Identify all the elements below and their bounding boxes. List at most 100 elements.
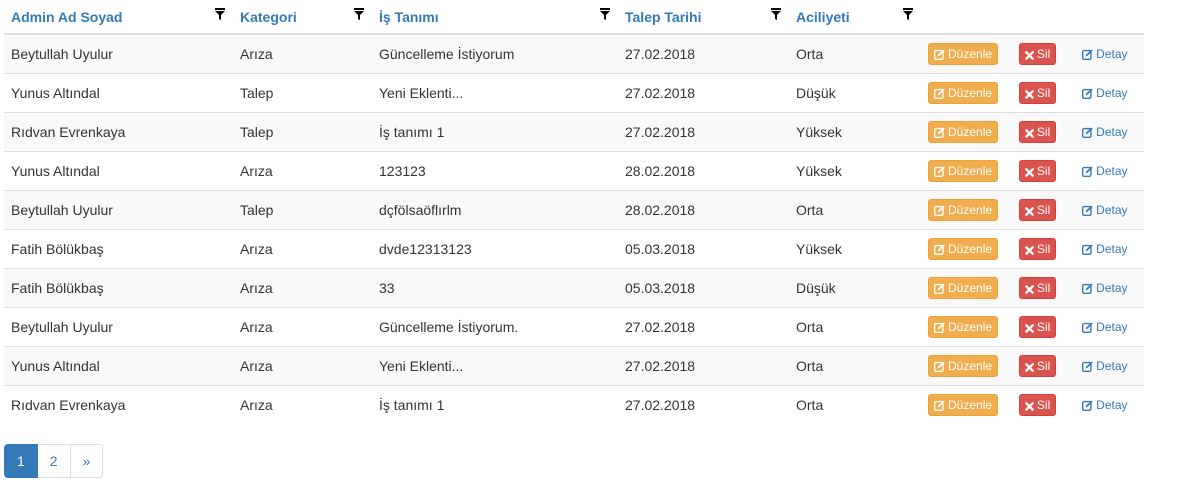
edit-icon [934,166,945,177]
detail-button[interactable]: Detay [1077,121,1133,143]
cell-admin: Beytullah Uyulur [4,34,233,74]
cell-aciliyet: Orta [789,307,921,347]
cell-aciliyet: Yüksek [789,229,921,269]
column-header-kategori[interactable]: Kategori [233,0,372,35]
cell-talep-tarihi: 27.02.2018 [618,34,789,74]
column-header-talep-tarihi[interactable]: Talep Tarihi [618,0,789,35]
cell-is-tanimi: 123123 [372,151,618,191]
delete-button[interactable]: Sil [1018,316,1057,338]
edit-icon [1082,166,1093,177]
detail-button-label: Detay [1096,125,1128,139]
column-header-label[interactable]: Admin Ad Soyad [11,9,123,25]
delete-button[interactable]: Sil [1018,238,1057,260]
cell-is-tanimi: 33 [372,268,618,308]
table-row: Rıdvan Evrenkaya Arıza İş tanımı 1 27.02… [4,385,1144,424]
cell-talep-tarihi: 28.02.2018 [618,151,789,191]
edit-button[interactable]: Düzenle [928,316,999,338]
cell-is-tanimi: dçfölsaöflırlm [372,190,618,230]
cell-aciliyet: Yüksek [789,151,921,191]
edit-button-label: Düzenle [948,281,993,295]
edit-button-label: Düzenle [948,125,993,139]
table-row: Fatih Bölükbaş Arıza dvde12313123 05.03.… [4,229,1144,269]
cell-admin: Yunus Altındal [4,346,233,386]
detail-button[interactable]: Detay [1077,43,1133,65]
detail-button-label: Detay [1096,359,1128,373]
delete-button[interactable]: Sil [1018,82,1057,104]
cell-actions: Düzenle Sil Detay [921,268,1144,308]
edit-button[interactable]: Düzenle [928,82,999,104]
delete-button[interactable]: Sil [1018,160,1057,182]
table-row: Yunus Altındal Arıza 123123 28.02.2018 Y… [4,151,1144,191]
cell-is-tanimi: Yeni Eklenti... [372,73,618,113]
column-header-aciliyet[interactable]: Aciliyeti [789,0,921,35]
delete-button-label: Sil [1036,281,1051,295]
filter-icon[interactable] [354,7,364,20]
page-link-2[interactable]: 2 [36,444,71,478]
detail-button[interactable]: Detay [1077,199,1133,221]
delete-button-label: Sil [1036,398,1051,412]
delete-button[interactable]: Sil [1018,355,1057,377]
cell-is-tanimi: Güncelleme İstiyorum [372,34,618,74]
filter-icon[interactable] [903,7,913,20]
detail-button[interactable]: Detay [1077,316,1133,338]
edit-button[interactable]: Düzenle [928,160,999,182]
detail-button[interactable]: Detay [1077,277,1133,299]
filter-icon[interactable] [600,7,610,20]
delete-button[interactable]: Sil [1018,43,1057,65]
delete-button[interactable]: Sil [1018,199,1057,221]
cell-admin: Rıdvan Evrenkaya [4,385,233,424]
cell-actions: Düzenle Sil Detay [921,229,1144,269]
delete-button[interactable]: Sil [1018,394,1057,416]
edit-icon [934,244,945,255]
column-header-label[interactable]: Talep Tarihi [625,9,702,25]
edit-button-label: Düzenle [948,203,993,217]
edit-icon [934,361,945,372]
cell-aciliyet: Orta [789,346,921,386]
edit-icon [934,205,945,216]
filter-icon[interactable] [215,7,225,20]
detail-button[interactable]: Detay [1077,355,1133,377]
cell-aciliyet: Düşük [789,268,921,308]
cell-actions: Düzenle Sil Detay [921,151,1144,191]
cell-kategori: Talep [233,73,372,113]
delete-button[interactable]: Sil [1018,121,1057,143]
column-header-is-tanimi[interactable]: İş Tanımı [372,0,618,35]
cell-is-tanimi: Güncelleme İstiyorum. [372,307,618,347]
edit-icon [934,49,945,60]
edit-button-label: Düzenle [948,47,993,61]
edit-button[interactable]: Düzenle [928,277,999,299]
cell-talep-tarihi: 05.03.2018 [618,268,789,308]
detail-button[interactable]: Detay [1077,160,1133,182]
edit-button[interactable]: Düzenle [928,238,999,260]
column-header-label[interactable]: Kategori [240,9,297,25]
edit-icon [1082,205,1093,216]
edit-button[interactable]: Düzenle [928,394,999,416]
detail-button[interactable]: Detay [1077,238,1133,260]
edit-icon [1082,49,1093,60]
page-link-1[interactable]: 1 [4,444,38,478]
detail-button[interactable]: Detay [1077,82,1133,104]
edit-button[interactable]: Düzenle [928,43,999,65]
edit-button[interactable]: Düzenle [928,121,999,143]
edit-button[interactable]: Düzenle [928,199,999,221]
detail-button-label: Detay [1096,398,1128,412]
filter-icon[interactable] [771,7,781,20]
table-row: Beytullah Uyulur Arıza Güncelleme İstiyo… [4,307,1144,347]
edit-icon [934,127,945,138]
detail-button[interactable]: Detay [1077,394,1133,416]
edit-icon [1082,283,1093,294]
detail-button-label: Detay [1096,320,1128,334]
times-icon [1025,207,1034,216]
delete-button[interactable]: Sil [1018,277,1057,299]
edit-button[interactable]: Düzenle [928,355,999,377]
column-header-label[interactable]: Aciliyeti [796,9,850,25]
edit-button-label: Düzenle [948,359,993,373]
next-page-link[interactable]: » [69,444,104,478]
column-header-admin[interactable]: Admin Ad Soyad [4,0,233,35]
detail-button-label: Detay [1096,281,1128,295]
column-header-label[interactable]: İş Tanımı [379,9,439,25]
cell-actions: Düzenle Sil Detay [921,112,1144,152]
page: Admin Ad Soyad Kategori İş Tanımı Talep … [0,0,1179,487]
cell-actions: Düzenle Sil Detay [921,385,1144,424]
cell-actions: Düzenle Sil Detay [921,34,1144,74]
